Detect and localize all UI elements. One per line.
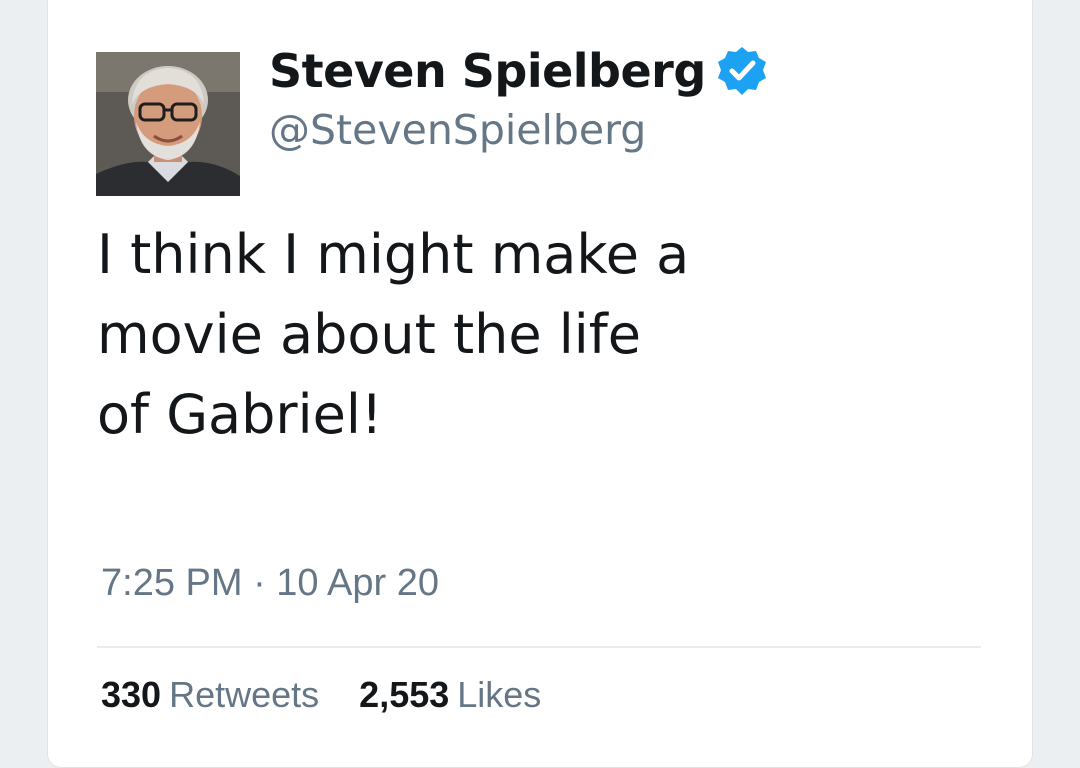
tweet-text: I think I might make a movie about the l… bbox=[97, 215, 857, 455]
author-display-name[interactable]: Steven Spielberg bbox=[269, 44, 706, 98]
tweet-text-line: of Gabriel! bbox=[97, 383, 383, 446]
likes-count: 2,553 bbox=[359, 674, 450, 715]
divider bbox=[97, 646, 981, 648]
retweets-count: 330 bbox=[101, 674, 162, 715]
likes-stat[interactable]: 2,553 Likes bbox=[359, 674, 541, 715]
tweet-card: Steven Spielberg @StevenSpielberg I thin… bbox=[47, 0, 1033, 768]
retweets-stat[interactable]: 330 Retweets bbox=[101, 674, 329, 715]
tweet-stats: 330 Retweets 2,553 Likes bbox=[101, 674, 571, 716]
author-handle[interactable]: @StevenSpielberg bbox=[269, 106, 646, 154]
tweet-text-line: I think I might make a bbox=[97, 223, 690, 286]
avatar[interactable] bbox=[96, 52, 240, 196]
retweets-label: Retweets bbox=[169, 674, 320, 715]
author-name-row: Steven Spielberg bbox=[269, 41, 768, 101]
likes-label: Likes bbox=[457, 674, 542, 715]
tweet-text-line: movie about the life bbox=[97, 303, 641, 366]
avatar-image bbox=[96, 52, 240, 196]
tweet-timestamp[interactable]: 7:25 PM · 10 Apr 20 bbox=[101, 562, 439, 605]
verified-badge-icon bbox=[716, 45, 768, 97]
